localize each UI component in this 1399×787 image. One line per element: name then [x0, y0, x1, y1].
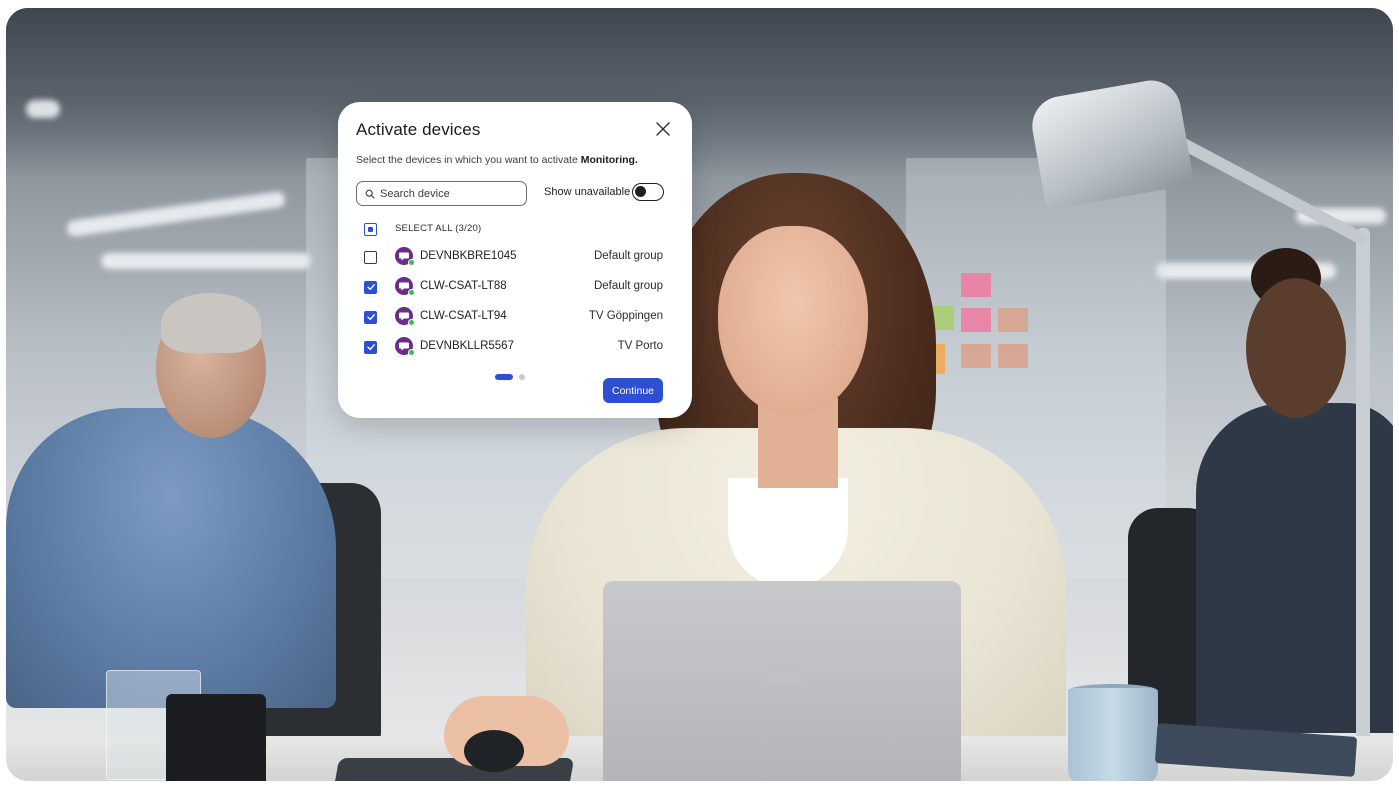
continue-button[interactable]: Continue: [603, 378, 663, 403]
sticky-note: [998, 308, 1028, 332]
check-icon: [366, 314, 375, 320]
feature-name: Monitoring.: [580, 154, 638, 166]
toggle-knob: [635, 186, 646, 197]
device-name: DEVNBKLLR5567: [420, 340, 514, 352]
ceiling-light: [65, 190, 287, 238]
computer-mouse: [464, 730, 524, 772]
activate-devices-dialog: Activate devices Select the devices in w…: [338, 102, 692, 418]
online-status-dot: [408, 259, 415, 266]
sticky-note: [961, 273, 991, 297]
device-checkbox[interactable]: [364, 311, 377, 324]
close-icon: [656, 122, 670, 136]
close-button[interactable]: [652, 118, 674, 140]
device-group: TV Göppingen: [588, 310, 663, 322]
show-unavailable-toggle[interactable]: [632, 183, 664, 201]
page-dot[interactable]: [519, 374, 525, 380]
device-row[interactable]: DEVNBKLLR5567 TV Porto: [338, 335, 692, 361]
coffee-mug: [1068, 688, 1158, 781]
device-row[interactable]: DEVNBKBRE1045 Default group: [338, 245, 692, 271]
background-office-photo: [6, 8, 1393, 781]
desk-lamp: [1356, 228, 1370, 781]
page-dot-active[interactable]: [495, 374, 513, 380]
device-checkbox[interactable]: [364, 251, 377, 264]
subtitle-text: Select the devices in which you want to …: [356, 154, 581, 166]
sticky-note: [961, 308, 991, 332]
device-name: CLW-CSAT-LT88: [420, 280, 507, 292]
device-row[interactable]: CLW-CSAT-LT88 Default group: [338, 275, 692, 301]
woman-face: [718, 226, 868, 416]
pen-holder: [166, 694, 266, 781]
online-status-dot: [408, 319, 415, 326]
ceiling-light: [101, 253, 311, 269]
coworker-woman-head: [1246, 278, 1346, 418]
device-group: TV Porto: [617, 340, 663, 352]
dialog-title: Activate devices: [356, 120, 481, 139]
search-icon: [365, 189, 375, 199]
coworker-man: [6, 408, 336, 708]
online-status-dot: [408, 289, 415, 296]
select-all-label: SELECT ALL (3/20): [395, 223, 482, 234]
ceiling-light: [26, 100, 60, 118]
device-group: Default group: [593, 280, 663, 292]
sticky-note: [998, 344, 1028, 368]
check-icon: [366, 284, 375, 290]
device-name: DEVNBKBRE1045: [420, 250, 517, 262]
dialog-subtitle: Select the devices in which you want to …: [356, 154, 638, 166]
check-icon: [366, 344, 375, 350]
search-input[interactable]: [380, 187, 520, 200]
online-status-dot: [408, 349, 415, 356]
coworker-man-hair: [161, 293, 261, 353]
laptop-logo: [763, 668, 803, 682]
select-all-checkbox[interactable]: [364, 223, 377, 236]
device-checkbox[interactable]: [364, 341, 377, 354]
show-unavailable-label: Show unavailable: [544, 186, 631, 198]
device-checkbox[interactable]: [364, 281, 377, 294]
device-name: CLW-CSAT-LT94: [420, 310, 507, 322]
search-field[interactable]: [356, 181, 527, 206]
device-group: Default group: [593, 250, 663, 262]
partial-indicator: [367, 226, 373, 232]
sticky-note: [961, 344, 991, 368]
device-row[interactable]: CLW-CSAT-LT94 TV Göppingen: [338, 305, 692, 331]
